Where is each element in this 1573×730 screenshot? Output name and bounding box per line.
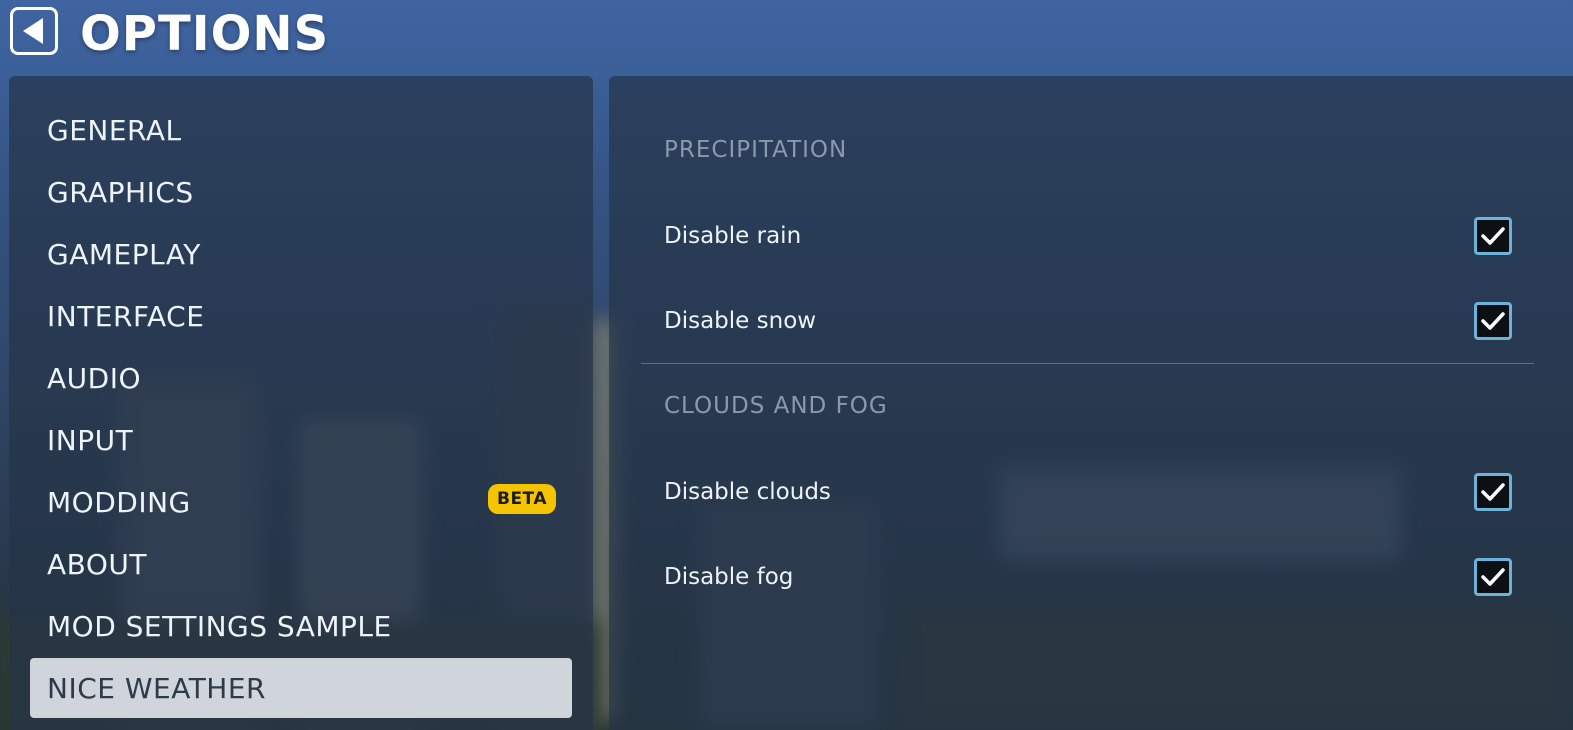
option-label: Disable fog — [664, 564, 794, 590]
option-row-disable-clouds: Disable clouds — [664, 472, 1512, 512]
option-label: Disable snow — [664, 308, 817, 334]
back-arrow-icon — [22, 18, 43, 44]
checkmark-icon — [1481, 568, 1505, 586]
back-button[interactable] — [10, 7, 58, 55]
sidebar-item-label: INTERFACE — [47, 299, 205, 333]
sidebar-item-label: NICE WEATHER — [47, 671, 267, 705]
option-label: Disable rain — [664, 223, 802, 249]
sidebar-item-label: MODDING — [47, 485, 191, 519]
disable-clouds-checkbox[interactable] — [1474, 473, 1512, 511]
beta-badge: BETA — [487, 484, 556, 514]
sidebar-item-label: GAMEPLAY — [47, 237, 201, 271]
checkmark-icon — [1481, 483, 1505, 501]
sidebar-item-nice-weather[interactable]: NICE WEATHER — [30, 658, 572, 718]
option-row-disable-rain: Disable rain — [664, 216, 1512, 256]
top-bar: OPTIONS — [0, 0, 1573, 72]
sidebar-item-about[interactable]: ABOUT — [30, 534, 572, 594]
sidebar-item-label: ABOUT — [47, 547, 148, 581]
sidebar-item-graphics[interactable]: GRAPHICS — [30, 162, 572, 222]
sidebar-item-input[interactable]: INPUT — [30, 410, 572, 470]
sidebar-item-label: GENERAL — [47, 113, 182, 147]
page-title: OPTIONS — [80, 6, 330, 62]
sidebar-item-label: AUDIO — [47, 361, 142, 395]
section-header-precipitation: PRECIPITATION — [664, 137, 848, 163]
sidebar-item-general[interactable]: GENERAL — [30, 100, 572, 160]
sidebar-item-audio[interactable]: AUDIO — [30, 348, 572, 408]
options-sidebar: GENERAL GRAPHICS GAMEPLAY INTERFACE AUDI… — [9, 76, 593, 730]
sidebar-item-mod-settings-sample[interactable]: MOD SETTINGS SAMPLE — [30, 596, 572, 656]
sidebar-item-label: INPUT — [47, 423, 134, 457]
section-divider — [641, 363, 1534, 364]
sidebar-item-label: GRAPHICS — [47, 175, 194, 209]
options-content-panel: PRECIPITATION Disable rain Disable snow … — [609, 76, 1573, 730]
disable-snow-checkbox[interactable] — [1474, 302, 1512, 340]
option-row-disable-fog: Disable fog — [664, 557, 1512, 597]
option-row-disable-snow: Disable snow — [664, 301, 1512, 341]
sidebar-item-interface[interactable]: INTERFACE — [30, 286, 572, 346]
option-label: Disable clouds — [664, 479, 831, 505]
sidebar-item-modding[interactable]: MODDING BETA — [30, 472, 572, 532]
disable-fog-checkbox[interactable] — [1474, 558, 1512, 596]
checkmark-icon — [1481, 312, 1505, 330]
checkmark-icon — [1481, 227, 1505, 245]
section-header-clouds-and-fog: CLOUDS AND FOG — [664, 393, 888, 419]
sidebar-item-label: MOD SETTINGS SAMPLE — [47, 609, 392, 643]
sidebar-item-gameplay[interactable]: GAMEPLAY — [30, 224, 572, 284]
disable-rain-checkbox[interactable] — [1474, 217, 1512, 255]
